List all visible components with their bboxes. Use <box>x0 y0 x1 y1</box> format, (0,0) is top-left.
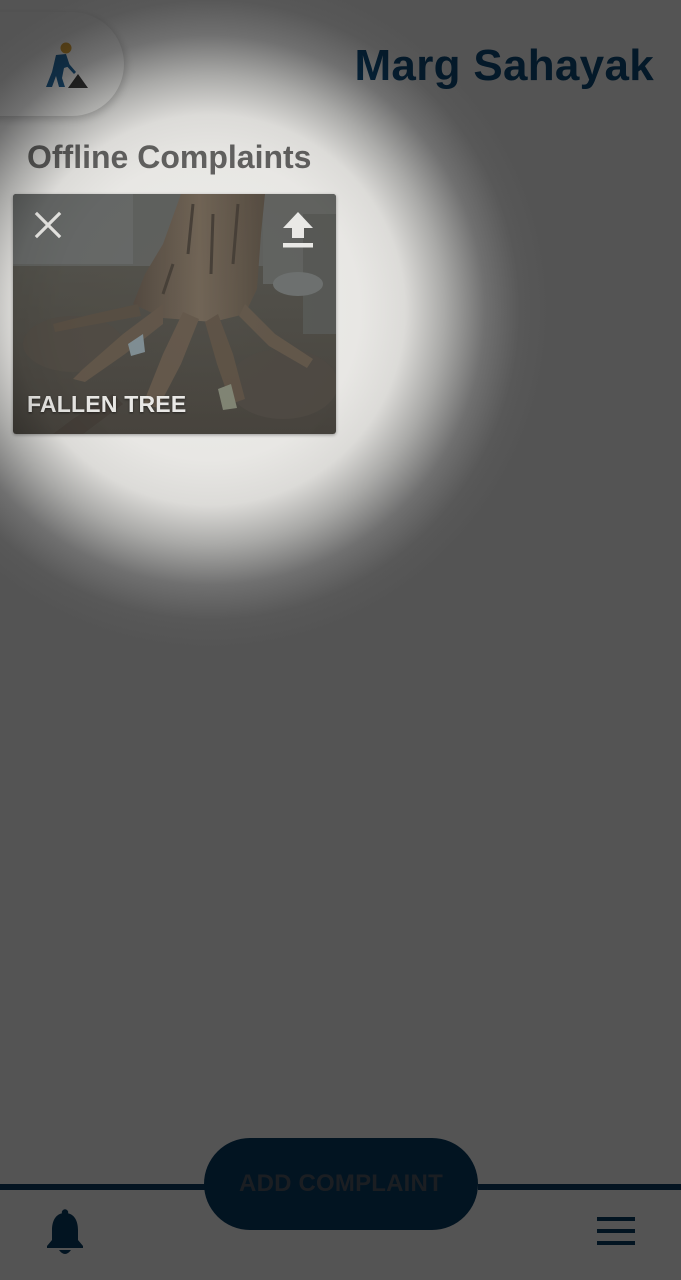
app-logo-button[interactable] <box>0 12 124 116</box>
road-worker-icon <box>46 42 88 88</box>
notifications-button[interactable] <box>44 1208 86 1256</box>
offline-complaint-card[interactable]: FALLEN TREE <box>13 194 336 434</box>
upload-icon <box>283 212 313 248</box>
close-icon <box>34 211 62 239</box>
upload-complaint-button[interactable] <box>280 210 316 250</box>
complaint-label: FALLEN TREE <box>27 391 187 417</box>
screen: Marg Sahayak Offline Complaints FALLEN T… <box>0 0 681 1280</box>
add-complaint-button[interactable]: ADD COMPLAINT <box>204 1138 478 1230</box>
menu-button[interactable] <box>594 1213 638 1249</box>
bottom-bar-divider-right <box>478 1184 681 1190</box>
section-title: Offline Complaints <box>27 139 312 175</box>
tutorial-spotlight-overlay <box>0 0 681 1280</box>
bottom-bar-divider-left <box>0 1184 205 1190</box>
app-title: Marg Sahayak <box>354 41 654 90</box>
bell-icon <box>47 1209 83 1254</box>
hamburger-menu-icon <box>597 1217 635 1245</box>
remove-complaint-button[interactable] <box>31 208 65 242</box>
